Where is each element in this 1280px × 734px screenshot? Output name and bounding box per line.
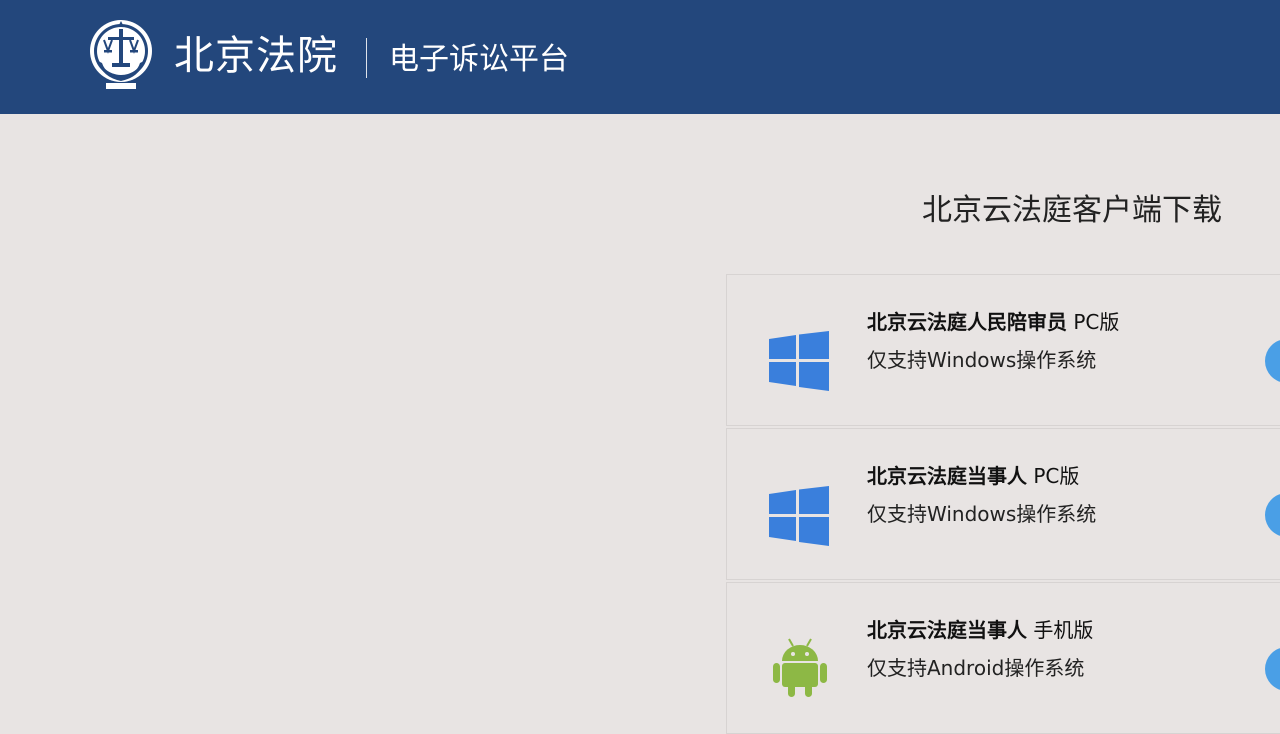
download-button[interactable]: [1265, 647, 1280, 691]
download-os-note: 仅支持Windows操作系统: [867, 502, 1097, 526]
download-title: 北京云法庭人民陪审员 PC版: [867, 310, 1120, 334]
download-title: 北京云法庭当事人 手机版: [867, 618, 1094, 642]
windows-icon: [769, 486, 829, 546]
download-button[interactable]: [1265, 339, 1280, 383]
download-os-note: 仅支持Windows操作系统: [867, 348, 1097, 372]
header-divider: [366, 38, 367, 78]
download-section-title: 北京云法庭客户端下载: [922, 193, 1222, 228]
download-button[interactable]: [1265, 493, 1280, 537]
court-emblem-icon[interactable]: [88, 17, 154, 91]
download-title: 北京云法庭当事人 PC版: [867, 464, 1080, 488]
download-card-party-pc[interactable]: 北京云法庭当事人 PC版 仅支持Windows操作系统: [726, 428, 1280, 580]
download-card-juror-pc[interactable]: 北京云法庭人民陪审员 PC版 仅支持Windows操作系统: [726, 274, 1280, 426]
android-icon: [773, 637, 833, 697]
site-header: 北京法院 电子诉讼平台: [0, 0, 1280, 114]
download-os-note: 仅支持Android操作系统: [867, 656, 1085, 680]
platform-name: 电子诉讼平台: [389, 42, 569, 77]
windows-icon: [769, 331, 829, 391]
download-card-party-mobile[interactable]: 北京云法庭当事人 手机版 仅支持Android操作系统: [726, 582, 1280, 734]
court-name: 北京法院: [174, 33, 338, 79]
